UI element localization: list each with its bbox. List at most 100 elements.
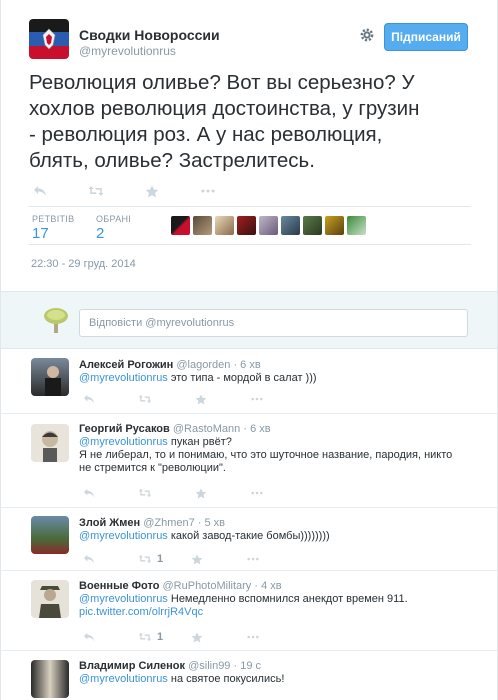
reply-actions: 1 bbox=[81, 552, 301, 566]
reply-icon[interactable] bbox=[81, 486, 97, 500]
reply-author-name[interactable]: Владимир Силенок bbox=[79, 660, 185, 672]
reply-text: @myrevolutionrus это типа - мордой в сал… bbox=[79, 372, 479, 385]
engager-avatar[interactable] bbox=[281, 216, 300, 235]
retweet-icon[interactable] bbox=[137, 392, 153, 406]
reply-author-name[interactable]: Военные Фото bbox=[79, 580, 159, 592]
author-handle[interactable]: @myrevolutionrus bbox=[79, 44, 176, 58]
reply-icon[interactable] bbox=[81, 552, 97, 566]
author-avatar[interactable] bbox=[29, 19, 69, 59]
reply-icon[interactable] bbox=[32, 184, 48, 198]
reply-mention[interactable]: @myrevolutionrus bbox=[79, 436, 168, 448]
reply-body: пукан рвёт? bbox=[167, 436, 232, 448]
retweet-icon[interactable] bbox=[137, 486, 153, 500]
reply-author-name[interactable]: Георгий Русаков bbox=[79, 423, 170, 435]
divider bbox=[29, 244, 471, 245]
reply-author-handle[interactable]: @RuPhotoMilitary bbox=[163, 580, 252, 592]
retweet-count: 1 bbox=[157, 553, 164, 565]
retweet-icon[interactable] bbox=[88, 184, 104, 198]
reply-tweet: Злой Жмен @Zhmen7 · 5 хв @myrevolutionru… bbox=[1, 508, 497, 571]
reply-header: Алексей Рогожин @lagorden · 6 хв bbox=[79, 359, 261, 371]
favorite-star-icon[interactable] bbox=[193, 392, 209, 406]
reply-header: Злой Жмен @Zhmen7 · 5 хв bbox=[79, 517, 225, 529]
engager-avatar[interactable] bbox=[171, 216, 190, 235]
follow-button[interactable]: Підписаний bbox=[384, 23, 468, 51]
reply-mention[interactable]: @myrevolutionrus bbox=[79, 530, 168, 542]
reply-body: Немедленно вспомнился анекдот времен 911… bbox=[167, 593, 408, 605]
tweet-text-line: Революция оливье? Вот вы серьезно? У bbox=[29, 71, 415, 94]
reply-time[interactable]: · 6 хв bbox=[233, 359, 260, 371]
retweets-label: РЕТВІТІВ bbox=[32, 214, 75, 224]
reply-time[interactable]: · 19 с bbox=[234, 660, 262, 672]
engager-avatar[interactable] bbox=[303, 216, 322, 235]
favorite-star-icon[interactable] bbox=[193, 486, 209, 500]
reply-mention[interactable]: @myrevolutionrus bbox=[79, 593, 168, 605]
reply-time[interactable]: · 4 хв bbox=[254, 580, 281, 592]
reply-mention[interactable]: @myrevolutionrus bbox=[79, 673, 168, 685]
engager-avatar[interactable] bbox=[347, 216, 366, 235]
reply-tweet: Георгий Русаков @RastoMann · 6 хв @myrev… bbox=[1, 414, 497, 508]
reply-input[interactable]: Відповісти @myrevolutionrus bbox=[79, 309, 468, 337]
retweets-stat[interactable]: РЕТВІТІВ 17 bbox=[32, 214, 74, 242]
reply-tweet: Алексей Рогожин @lagorden · 6 хв @myrevo… bbox=[1, 350, 497, 414]
retweets-count: 17 bbox=[32, 225, 49, 242]
reply-avatar[interactable] bbox=[31, 516, 69, 554]
favorite-star-icon[interactable] bbox=[189, 552, 205, 566]
reply-tweet: Владимир Силенок @silin99 · 19 с @myrevo… bbox=[1, 651, 497, 700]
reply-icon[interactable] bbox=[81, 630, 97, 644]
engager-avatar[interactable] bbox=[215, 216, 234, 235]
favorites-stat[interactable]: ОБРАНІ 2 bbox=[96, 214, 131, 242]
tweet-timestamp[interactable]: 22:30 - 29 груд. 2014 bbox=[31, 258, 136, 270]
reply-avatar[interactable] bbox=[31, 580, 69, 618]
reply-time[interactable]: · 6 хв bbox=[243, 423, 270, 435]
reply-author-name[interactable]: Злой Жмен bbox=[79, 517, 140, 529]
favorites-label: ОБРАНІ bbox=[96, 214, 132, 224]
tweet-text-line: блять, оливье? Застрелитесь. bbox=[29, 149, 315, 172]
more-icon[interactable] bbox=[245, 552, 261, 566]
reply-author-handle[interactable]: @silin99 bbox=[188, 660, 230, 672]
tweet-card: Сводки Новороссии @myrevolutionrus Підпи… bbox=[0, 0, 498, 700]
reply-body: какой завод-такие бомбы)))))))) bbox=[167, 530, 330, 542]
reply-author-handle[interactable]: @RastoMann bbox=[173, 423, 240, 435]
engager-avatar[interactable] bbox=[325, 216, 344, 235]
favorite-star-icon[interactable] bbox=[189, 630, 205, 644]
reply-author-handle[interactable]: @lagorden bbox=[176, 359, 230, 371]
retweet-icon[interactable] bbox=[137, 630, 153, 644]
reply-author-name[interactable]: Алексей Рогожин bbox=[79, 359, 173, 371]
reply-text: @myrevolutionrus Немедленно вспомнился а… bbox=[79, 593, 479, 619]
engager-avatar[interactable] bbox=[237, 216, 256, 235]
author-name[interactable]: Сводки Новороссии bbox=[79, 27, 220, 43]
reply-link[interactable]: pic.twitter.com/olrrjR4Vqc bbox=[79, 606, 479, 619]
reply-avatar[interactable] bbox=[31, 358, 69, 396]
reply-avatar[interactable] bbox=[31, 660, 69, 698]
tweet-text: Революция оливье? Вот вы серьезно? У хох… bbox=[29, 70, 474, 174]
more-icon[interactable] bbox=[200, 184, 216, 198]
more-icon[interactable] bbox=[249, 486, 265, 500]
reply-avatar[interactable] bbox=[31, 424, 69, 462]
reply-actions bbox=[81, 486, 305, 500]
more-icon[interactable] bbox=[249, 392, 265, 406]
reply-actions: 1 bbox=[81, 630, 301, 644]
tweet-text-line: - революция роз. А у нас революция, bbox=[29, 123, 383, 146]
engager-avatar[interactable] bbox=[259, 216, 278, 235]
reply-mention[interactable]: @myrevolutionrus bbox=[79, 372, 168, 384]
reply-time[interactable]: · 5 хв bbox=[198, 517, 225, 529]
engager-avatars bbox=[171, 216, 369, 235]
tweet-actions bbox=[32, 184, 256, 198]
current-user-avatar bbox=[43, 307, 69, 335]
reply-body: это типа - мордой в салат ))) bbox=[167, 372, 317, 384]
favorite-star-icon[interactable] bbox=[144, 184, 160, 198]
reply-author-handle[interactable]: @Zhmen7 bbox=[143, 517, 195, 529]
reply-body-line: не стремится к "революции". bbox=[79, 462, 226, 474]
reply-actions bbox=[81, 392, 305, 406]
reply-body-line: Я не либерал, то и понимаю, что это шуто… bbox=[79, 449, 453, 461]
retweet-count: 1 bbox=[157, 631, 164, 643]
reply-header: Владимир Силенок @silin99 · 19 с bbox=[79, 660, 261, 672]
favorites-count: 2 bbox=[96, 225, 105, 242]
retweet-icon[interactable] bbox=[137, 552, 153, 566]
reply-text: @myrevolutionrus пукан рвёт? Я не либера… bbox=[79, 436, 479, 475]
reply-composer: Відповісти @myrevolutionrus bbox=[1, 291, 497, 349]
gear-icon[interactable] bbox=[358, 26, 376, 44]
reply-icon[interactable] bbox=[81, 392, 97, 406]
engager-avatar[interactable] bbox=[193, 216, 212, 235]
more-icon[interactable] bbox=[245, 630, 261, 644]
